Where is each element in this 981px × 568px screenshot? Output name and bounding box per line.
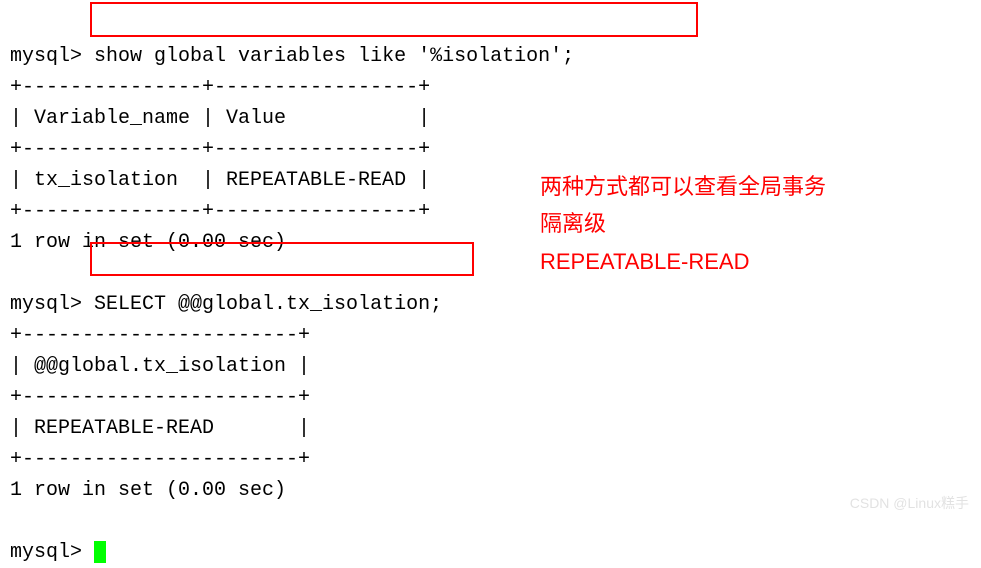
table-border: +---------------+-----------------+ (10, 138, 430, 161)
mysql-prompt: mysql> (10, 293, 82, 316)
prompt-line-1: mysql> show global variables like '%isol… (10, 45, 574, 68)
mysql-prompt: mysql> (10, 541, 94, 564)
table-border: +-----------------------+ (10, 386, 310, 409)
watermark-text: CSDN @Linux糕手 (850, 493, 969, 515)
table-row-1: | tx_isolation | REPEATABLE-READ | (10, 169, 430, 192)
table-header-1: | Variable_name | Value | (10, 107, 430, 130)
sql-command-1: show global variables like '%isolation'; (82, 45, 574, 68)
table-header-2: | @@global.tx_isolation | (10, 355, 310, 378)
table-border: +-----------------------+ (10, 324, 310, 347)
annotation-line-1: 两种方式都可以查看全局事务 (540, 168, 826, 205)
annotation-text: 两种方式都可以查看全局事务 隔离级 REPEATABLE-READ (540, 168, 826, 280)
sql-command-2: SELECT @@global.tx_isolation; (82, 293, 442, 316)
table-border: +---------------+-----------------+ (10, 76, 430, 99)
prompt-line-3[interactable]: mysql> (10, 541, 106, 564)
table-row-2: | REPEATABLE-READ | (10, 417, 310, 440)
table-border: +---------------+-----------------+ (10, 200, 430, 223)
table-border: +-----------------------+ (10, 448, 310, 471)
mysql-prompt: mysql> (10, 45, 82, 68)
prompt-line-2: mysql> SELECT @@global.tx_isolation; (10, 293, 442, 316)
result-summary-2: 1 row in set (0.00 sec) (10, 479, 286, 502)
annotation-line-2: 隔离级 (540, 205, 826, 242)
cursor-icon (94, 541, 106, 563)
annotation-line-3: REPEATABLE-READ (540, 243, 826, 280)
terminal-output: mysql> show global variables like '%isol… (10, 10, 971, 568)
result-summary-1: 1 row in set (0.00 sec) (10, 231, 286, 254)
